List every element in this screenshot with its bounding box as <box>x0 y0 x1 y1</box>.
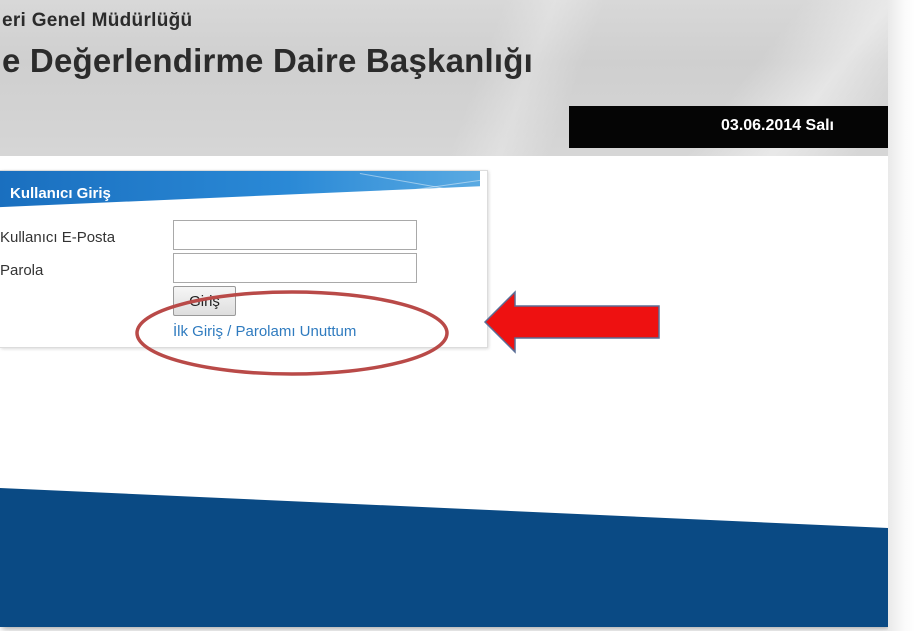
organization-subtitle: eri Genel Müdürlüğü <box>2 10 193 31</box>
page-frame: eri Genel Müdürlüğü e Değerlendirme Dair… <box>0 0 888 627</box>
login-title: Kullanıcı Giriş <box>10 185 111 202</box>
email-label: Kullanıcı E-Posta <box>0 229 116 246</box>
current-date: 03.06.2014 Salı <box>721 117 834 134</box>
department-title: e Değerlendirme Daire Başkanlığı <box>2 42 533 79</box>
header-decor-line <box>359 173 480 206</box>
forgot-password-link[interactable]: İlk Giriş / Parolamı Unuttum <box>173 323 356 340</box>
login-panel-header: Kullanıcı Giriş <box>0 171 480 208</box>
login-panel: Kullanıcı Giriş Kullanıcı E-Posta Parola… <box>0 170 488 348</box>
footer-band <box>0 488 888 627</box>
date-bar: 03.06.2014 Salı <box>569 106 888 148</box>
page-header: eri Genel Müdürlüğü e Değerlendirme Dair… <box>0 0 888 156</box>
page-edge-shadow <box>888 0 915 631</box>
email-field[interactable] <box>173 220 417 250</box>
password-field[interactable] <box>173 253 417 283</box>
password-label: Parola <box>0 262 44 279</box>
login-button[interactable]: Giriş <box>173 286 236 316</box>
header-decor-line <box>330 175 480 202</box>
